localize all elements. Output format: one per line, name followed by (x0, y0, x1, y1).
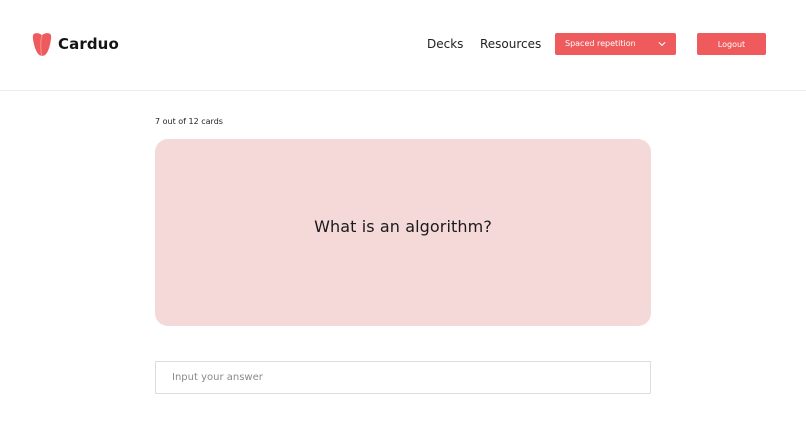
tooth-shaped-logo-icon (32, 33, 52, 56)
brand[interactable]: Carduo (32, 32, 119, 56)
top-header: Carduo Decks Resources Spaced repetition… (0, 0, 806, 91)
study-mode-select-label: Spaced repetition (565, 39, 636, 48)
brand-name: Carduo (58, 35, 119, 53)
logout-button[interactable]: Logout (697, 33, 766, 55)
chevron-down-icon (658, 42, 666, 46)
study-page: Carduo Decks Resources Spaced repetition… (0, 0, 806, 448)
study-mode-select[interactable]: Spaced repetition (555, 33, 676, 55)
flashcard[interactable]: What is an algorithm? (155, 139, 651, 326)
card-progress-counter: 7 out of 12 cards (155, 117, 223, 126)
nav-link-resources[interactable]: Resources (480, 36, 541, 52)
flashcard-question: What is an algorithm? (314, 217, 492, 236)
nav-link-decks[interactable]: Decks (427, 36, 463, 52)
answer-input[interactable] (155, 361, 651, 394)
